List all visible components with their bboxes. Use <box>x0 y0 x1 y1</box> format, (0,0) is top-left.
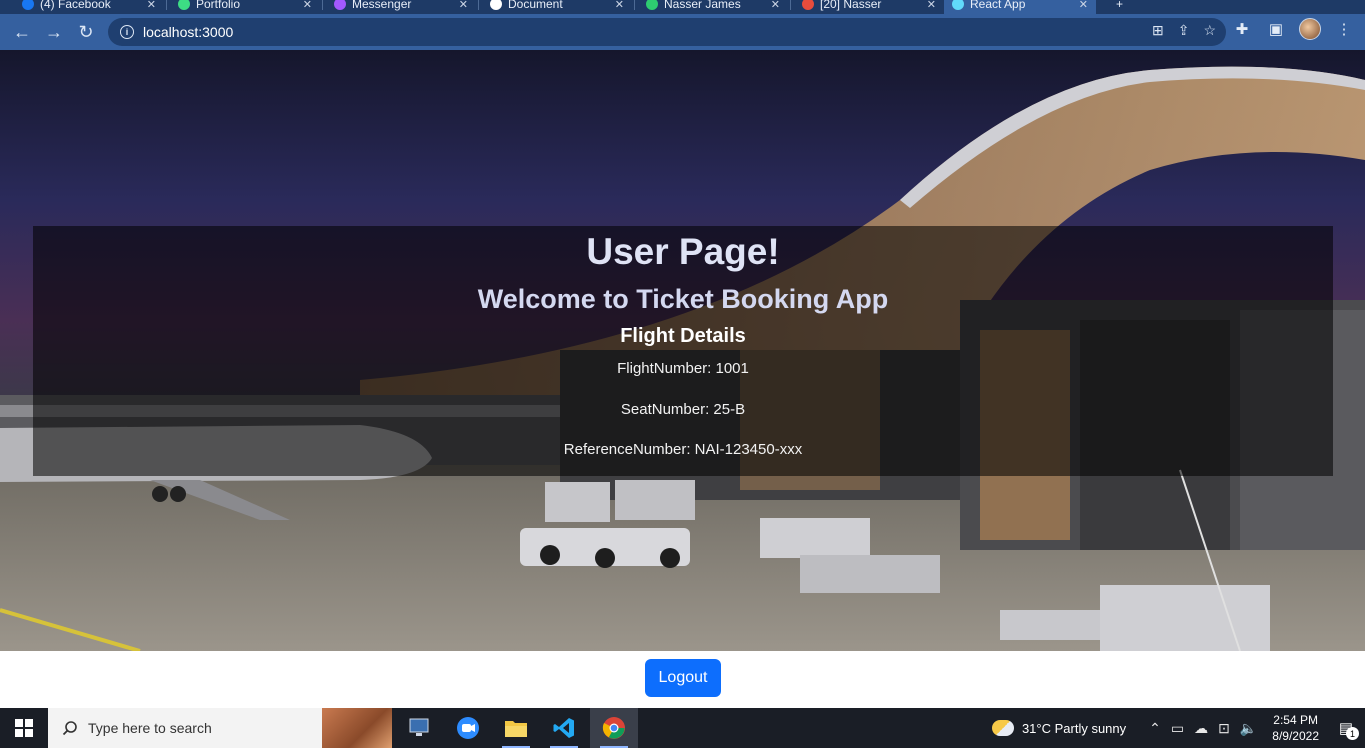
weather-icon[interactable] <box>991 720 1014 736</box>
tab-react-app[interactable]: React App ✕ <box>944 0 1096 14</box>
star-icon[interactable]: ☆ <box>1203 22 1216 39</box>
chevron-up-icon[interactable]: ⌃ <box>1149 720 1161 737</box>
browser-tab-strip: (4) Facebook ✕ Portfolio ✕ Messenger ✕ D… <box>0 0 1365 14</box>
taskbar-search-box[interactable]: Type here to search <box>48 708 392 748</box>
portfolio-icon <box>178 0 190 10</box>
tab-nasser[interactable]: [20] Nasser ✕ <box>794 0 944 14</box>
flight-details-heading: Flight Details <box>620 325 746 347</box>
chrome-icon <box>602 717 625 739</box>
forward-arrow-icon[interactable]: → <box>38 16 70 48</box>
reload-icon[interactable]: ↻ <box>70 16 102 48</box>
react-icon <box>952 0 964 10</box>
taskbar-app-zoom[interactable] <box>444 708 492 748</box>
seat-number: SeatNumber: 25-B <box>620 401 746 418</box>
tab-label: Portfolio <box>196 0 241 11</box>
windows-taskbar: Type here to search 31°C Partly sunny ⌃ … <box>0 708 1365 748</box>
search-placeholder[interactable]: Type here to search <box>88 720 212 736</box>
battery-icon[interactable]: ▭ <box>1171 720 1184 737</box>
address-bar[interactable]: i localhost:3000 ⊞ ⇪ ☆ <box>108 18 1226 46</box>
reference-number: ReferenceNumber: NAI-123450-xxx <box>563 441 803 458</box>
system-tray: 31°C Partly sunny ⌃ ▭ ☁ ⊡ 🔈 2:54 PM 8/9/… <box>991 708 1365 748</box>
search-icon <box>62 721 77 736</box>
close-icon[interactable]: ✕ <box>147 0 156 11</box>
close-icon[interactable]: ✕ <box>927 0 936 11</box>
document-icon <box>490 0 502 10</box>
close-icon[interactable]: ✕ <box>771 0 780 11</box>
welcome-heading: Welcome to Ticket Booking App <box>477 284 889 314</box>
messenger-icon <box>334 0 346 10</box>
back-arrow-icon[interactable]: ← <box>6 16 38 48</box>
facebook-icon <box>22 0 34 10</box>
windows-logo-icon <box>15 719 33 737</box>
tab-label: Nasser James <box>664 0 741 11</box>
tab-label: [20] Nasser <box>820 0 882 11</box>
page-title: User Page! <box>586 231 780 272</box>
profile-avatar[interactable] <box>1299 18 1321 40</box>
side-panel-icon[interactable]: ▣ <box>1265 18 1287 40</box>
zoom-icon <box>457 717 479 739</box>
tab-document[interactable]: Document ✕ <box>482 0 632 14</box>
hero-background: User Page! Welcome to Ticket Booking App… <box>0 50 1365 651</box>
extensions-icon[interactable]: ✚ <box>1231 18 1253 40</box>
new-tab-button[interactable]: + <box>1108 0 1128 14</box>
clock-time: 2:54 PM <box>1273 713 1318 727</box>
close-icon[interactable]: ✕ <box>303 0 312 11</box>
cloud-icon[interactable]: ☁ <box>1194 720 1208 737</box>
logout-button[interactable]: Logout <box>645 659 721 697</box>
taskbar-app-computer[interactable] <box>396 708 444 748</box>
volume-icon[interactable]: 🔈 <box>1240 720 1257 737</box>
tab-nasser-james[interactable]: Nasser James ✕ <box>638 0 788 14</box>
tab-label: Messenger <box>352 0 412 11</box>
taskbar-app-vscode[interactable] <box>540 708 588 748</box>
share-icon[interactable]: ⇪ <box>1178 22 1190 39</box>
close-icon[interactable]: ✕ <box>615 0 624 11</box>
info-icon[interactable]: i <box>120 25 134 39</box>
tab-facebook[interactable]: (4) Facebook ✕ <box>14 0 164 14</box>
close-icon[interactable]: ✕ <box>459 0 468 11</box>
tab-label: Document <box>508 0 563 11</box>
site-icon <box>646 0 658 10</box>
welcome-overlay: User Page! Welcome to Ticket Booking App… <box>33 226 1333 476</box>
computer-icon <box>409 718 429 736</box>
vscode-icon <box>553 718 574 738</box>
tab-portfolio[interactable]: Portfolio ✕ <box>170 0 320 14</box>
clock[interactable]: 2:54 PM 8/9/2022 <box>1272 712 1319 744</box>
folder-icon <box>505 721 527 737</box>
tab-messenger[interactable]: Messenger ✕ <box>326 0 476 14</box>
start-button[interactable] <box>0 708 48 748</box>
flight-number: FlightNumber: 1001 <box>617 360 749 377</box>
site-icon <box>802 0 814 10</box>
network-icon[interactable]: ⊡ <box>1218 720 1230 737</box>
taskbar-app-file-explorer[interactable] <box>492 708 540 748</box>
taskbar-app-chrome[interactable] <box>590 708 638 748</box>
notification-badge: 1 <box>1346 727 1359 740</box>
tab-label: (4) Facebook <box>40 0 111 11</box>
menu-kebab-icon[interactable]: ⋮ <box>1333 18 1355 40</box>
close-icon[interactable]: ✕ <box>1079 0 1088 11</box>
weather-text[interactable]: 31°C Partly sunny <box>1022 721 1126 736</box>
search-highlight-image <box>322 708 392 748</box>
translate-icon[interactable]: ⊞ <box>1152 22 1164 39</box>
clock-date: 8/9/2022 <box>1272 729 1319 743</box>
tab-label: React App <box>970 0 1026 11</box>
browser-toolbar: ← → ↻ i localhost:3000 ⊞ ⇪ ☆ ✚ ▣ ⋮ <box>0 14 1365 50</box>
notification-center-button[interactable]: ▤ 1 <box>1333 716 1359 740</box>
url-text[interactable]: localhost:3000 <box>143 24 233 40</box>
